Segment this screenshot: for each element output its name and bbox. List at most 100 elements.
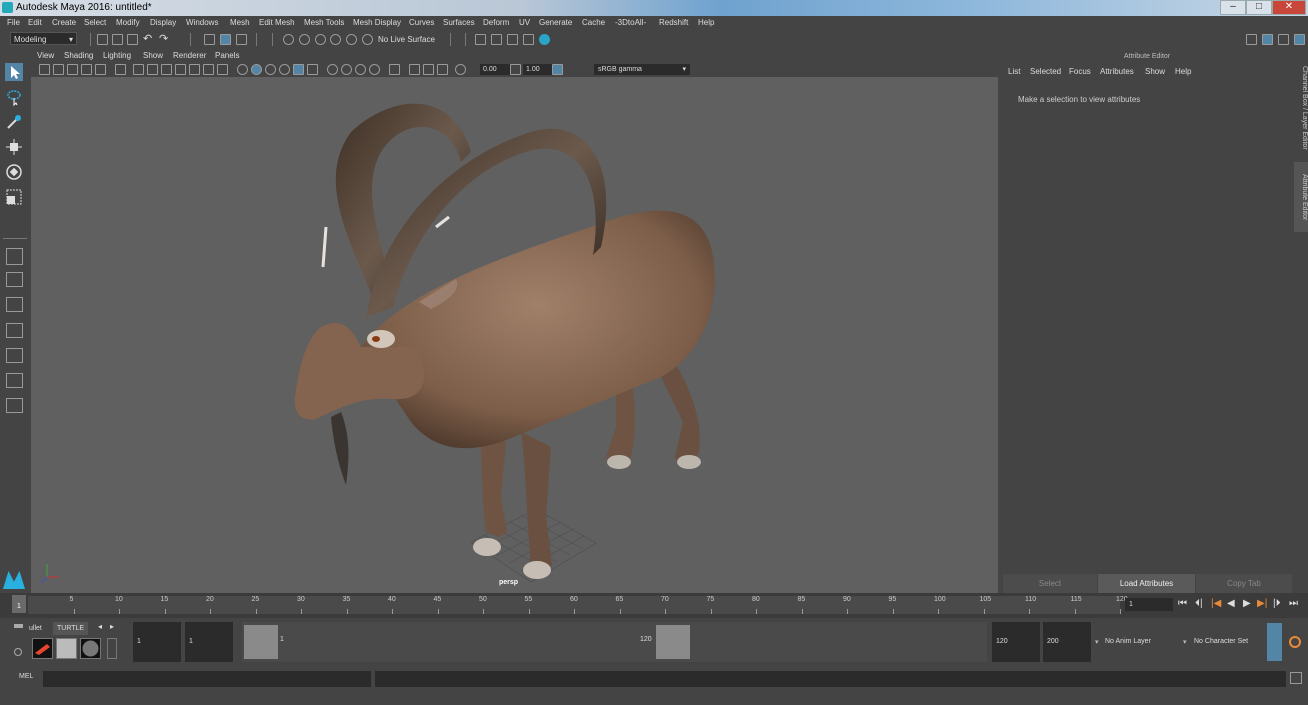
menu-redshift[interactable]: Redshift: [659, 18, 688, 27]
undo-icon[interactable]: ↶: [143, 34, 154, 45]
safe-action-icon[interactable]: [203, 64, 214, 75]
shelf-scroll-left-icon[interactable]: ◂: [98, 622, 102, 631]
character-set-select[interactable]: No Character Set: [1194, 622, 1264, 662]
save-scene-icon[interactable]: [127, 34, 138, 45]
shelf-settings-icon[interactable]: [14, 648, 22, 656]
snap-live-icon[interactable]: [346, 34, 357, 45]
step-forward-key-button[interactable]: |⏵: [1273, 598, 1281, 610]
bookmark-icon[interactable]: [67, 64, 78, 75]
persp-outliner-layout-icon[interactable]: [6, 297, 23, 312]
mel-input[interactable]: [43, 671, 371, 687]
range-end-handle[interactable]: [656, 625, 690, 659]
turtle-render-icon[interactable]: [32, 638, 53, 659]
menu-3dtoall[interactable]: -3DtoAll-: [615, 18, 646, 27]
step-back-frame-button[interactable]: |◀: [1211, 598, 1221, 610]
ae-menu-list[interactable]: List: [1008, 67, 1020, 76]
shelf-scroll-icon[interactable]: [107, 638, 117, 659]
maximize-button[interactable]: □: [1246, 0, 1272, 15]
textured-icon[interactable]: [279, 64, 290, 75]
script-editor-icon[interactable]: [1290, 672, 1302, 684]
snap-curve-icon[interactable]: [299, 34, 310, 45]
mel-label[interactable]: MEL: [19, 673, 33, 680]
scale-tool-icon[interactable]: [5, 188, 23, 206]
shelf-menu-icon[interactable]: [14, 624, 23, 628]
select-object-icon[interactable]: [220, 34, 231, 45]
minimize-button[interactable]: –: [1220, 0, 1246, 15]
persp-graph-layout-icon[interactable]: [6, 323, 23, 338]
custom-layout-icon-2[interactable]: [6, 398, 23, 413]
gamma-icon[interactable]: [510, 64, 521, 75]
ae-load-attributes-button[interactable]: Load Attributes: [1098, 574, 1195, 593]
select-component-icon[interactable]: [236, 34, 247, 45]
turtle-sphere-icon[interactable]: [80, 638, 101, 659]
grease-pencil-icon[interactable]: [115, 64, 126, 75]
film-gate-icon[interactable]: [147, 64, 158, 75]
color-management-icon[interactable]: [552, 64, 563, 75]
viewport-menu-renderer[interactable]: Renderer: [173, 51, 206, 60]
snap-grid-icon[interactable]: [283, 34, 294, 45]
single-perspective-view-icon[interactable]: [6, 248, 23, 265]
current-frame-field[interactable]: 1: [1125, 598, 1173, 611]
snap-view-plane-icon[interactable]: [330, 34, 341, 45]
select-hierarchy-icon[interactable]: [204, 34, 215, 45]
toggle-attribute-editor-icon[interactable]: [1294, 34, 1305, 45]
shelf-tab-turtle[interactable]: TURTLE: [53, 622, 89, 635]
animation-prefs-icon[interactable]: [1289, 636, 1301, 648]
workspace-icon[interactable]: [1246, 34, 1257, 45]
viewport-menu-shading[interactable]: Shading: [64, 51, 93, 60]
redo-icon[interactable]: ↷: [159, 34, 170, 45]
viewport-menu-show[interactable]: Show: [143, 51, 163, 60]
menu-file[interactable]: File: [7, 18, 20, 27]
close-button[interactable]: ✕: [1272, 0, 1306, 15]
menu-edit-mesh[interactable]: Edit Mesh: [259, 18, 295, 27]
menu-select[interactable]: Select: [84, 18, 106, 27]
render-settings-icon[interactable]: [523, 34, 534, 45]
ae-menu-show[interactable]: Show: [1145, 67, 1165, 76]
depth-of-field-icon[interactable]: [369, 64, 380, 75]
menu-uv[interactable]: UV: [519, 18, 530, 27]
move-tool-icon[interactable]: [5, 138, 23, 156]
range-slider[interactable]: 1 120: [242, 622, 987, 662]
turtle-bake-icon[interactable]: [56, 638, 77, 659]
menu-create[interactable]: Create: [52, 18, 76, 27]
menu-help[interactable]: Help: [698, 18, 714, 27]
animation-end-field[interactable]: 200: [1043, 622, 1091, 662]
menu-modify[interactable]: Modify: [116, 18, 140, 27]
image-plane-icon[interactable]: [81, 64, 92, 75]
xray-components-icon[interactable]: [437, 64, 448, 75]
menu-cache[interactable]: Cache: [582, 18, 605, 27]
isolate-select-icon[interactable]: [389, 64, 400, 75]
play-backward-button[interactable]: ◀: [1227, 598, 1235, 610]
menu-mesh[interactable]: Mesh: [230, 18, 250, 27]
ae-menu-selected[interactable]: Selected: [1030, 67, 1061, 76]
exposure-field[interactable]: 0.00: [480, 64, 510, 75]
toggle-modeling-toolkit-icon[interactable]: [1262, 34, 1273, 45]
ambient-occlusion-icon[interactable]: [327, 64, 338, 75]
menu-deform[interactable]: Deform: [483, 18, 509, 27]
rotate-tool-icon[interactable]: [5, 163, 23, 181]
range-start-handle[interactable]: [244, 625, 278, 659]
open-scene-icon[interactable]: [112, 34, 123, 45]
render-frame-icon[interactable]: [491, 34, 502, 45]
safe-title-icon[interactable]: [217, 64, 228, 75]
auto-key-icon[interactable]: [1267, 623, 1282, 661]
toggle-channel-box-icon[interactable]: [1278, 34, 1289, 45]
anim-layer-select[interactable]: No Anim Layer: [1105, 622, 1181, 662]
paint-select-tool-icon[interactable]: [5, 113, 23, 131]
menu-curves[interactable]: Curves: [409, 18, 434, 27]
lasso-tool-icon[interactable]: [5, 88, 23, 107]
ae-copy-tab-button[interactable]: Copy Tab: [1196, 574, 1292, 593]
anti-aliasing-icon[interactable]: [355, 64, 366, 75]
current-frame-marker[interactable]: 1: [12, 595, 26, 613]
step-forward-frame-button[interactable]: ▶|: [1257, 598, 1267, 610]
field-chart-icon[interactable]: [189, 64, 200, 75]
shadows-icon[interactable]: [307, 64, 318, 75]
viewport-menu-view[interactable]: View: [37, 51, 54, 60]
use-all-lights-icon[interactable]: [293, 64, 304, 75]
four-view-layout-icon[interactable]: [6, 272, 23, 287]
camera-attributes-icon[interactable]: [53, 64, 64, 75]
ipr-render-icon[interactable]: [507, 34, 518, 45]
menu-display[interactable]: Display: [150, 18, 176, 27]
outliner-layout-icon[interactable]: [6, 373, 23, 388]
tab-channel-box[interactable]: Channel Box / Layer Editor: [1294, 58, 1308, 158]
